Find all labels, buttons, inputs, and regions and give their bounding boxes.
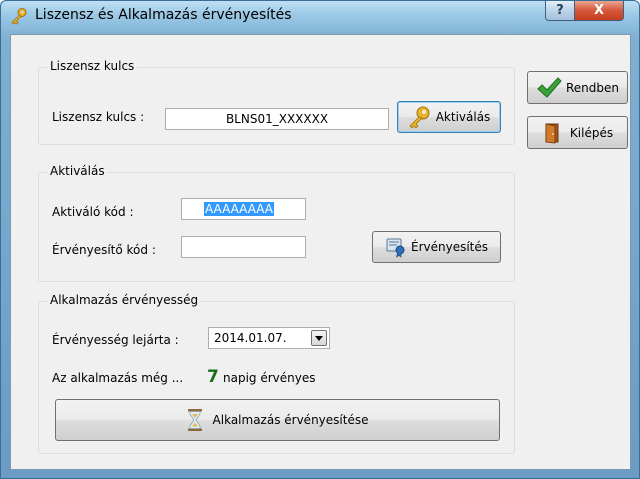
- hourglass-icon: [187, 409, 202, 431]
- checkmark-icon: [537, 76, 562, 98]
- activation-code-label: Aktiváló kód :: [52, 205, 134, 219]
- activation-code-value: AAAAAAAA: [204, 202, 275, 216]
- validate-button[interactable]: Érvényesítés: [372, 231, 501, 263]
- door-exit-icon: [545, 123, 559, 143]
- ok-button[interactable]: Rendben: [527, 71, 628, 104]
- validate-app-button-label: Alkalmazás érvényesítése: [212, 413, 369, 427]
- key-icon: [11, 8, 27, 25]
- chevron-down-icon: [315, 336, 323, 341]
- activation-code-input[interactable]: AAAAAAAA: [181, 198, 306, 220]
- remaining-days-value: 7: [207, 367, 219, 387]
- key-icon: [409, 106, 430, 129]
- expiry-date-value: 2014.01.07.: [214, 331, 287, 345]
- app-validity-group-legend: Alkalmazás érvényesség: [47, 293, 202, 307]
- help-button[interactable]: ?: [545, 1, 575, 21]
- remaining-prefix: Az alkalmazás még ...: [52, 371, 184, 385]
- license-key-label: Liszensz kulcs :: [52, 110, 145, 124]
- title-bar[interactable]: Liszensz és Alkalmazás érvényesítés ? X: [1, 1, 639, 31]
- ok-button-label: Rendben: [565, 80, 619, 95]
- license-key-group-legend: Liszensz kulcs: [47, 59, 138, 73]
- expiry-date-picker[interactable]: 2014.01.07.: [208, 327, 330, 349]
- dialog-window: Liszensz és Alkalmazás érvényesítés ? X …: [0, 0, 640, 479]
- dialog-client-area: Liszensz kulcs Liszensz kulcs : BLNS01_X…: [10, 34, 631, 470]
- exit-button-label: Kilépés: [569, 125, 614, 140]
- validation-code-label: Érvényesítő kód :: [52, 243, 156, 257]
- remaining-suffix: napig érvényes: [223, 371, 316, 385]
- activation-group: Aktiválás: [38, 164, 515, 282]
- expiry-label: Érvényesség lejárta :: [52, 333, 179, 347]
- certificate-icon: [386, 238, 405, 258]
- validate-button-label: Érvényesítés: [410, 240, 488, 254]
- activation-group-legend: Aktiválás: [47, 164, 108, 178]
- license-key-input[interactable]: BLNS01_XXXXXX: [165, 108, 389, 130]
- activate-button[interactable]: Aktiválás: [397, 101, 501, 133]
- validation-code-input[interactable]: [181, 236, 306, 258]
- expiry-dropdown-button[interactable]: [311, 330, 327, 346]
- activate-button-label: Aktiválás: [435, 110, 491, 124]
- close-button[interactable]: X: [574, 1, 624, 21]
- exit-button[interactable]: Kilépés: [527, 116, 628, 149]
- validate-app-button[interactable]: Alkalmazás érvényesítése: [55, 399, 500, 441]
- window-title: Liszensz és Alkalmazás érvényesítés: [35, 7, 292, 23]
